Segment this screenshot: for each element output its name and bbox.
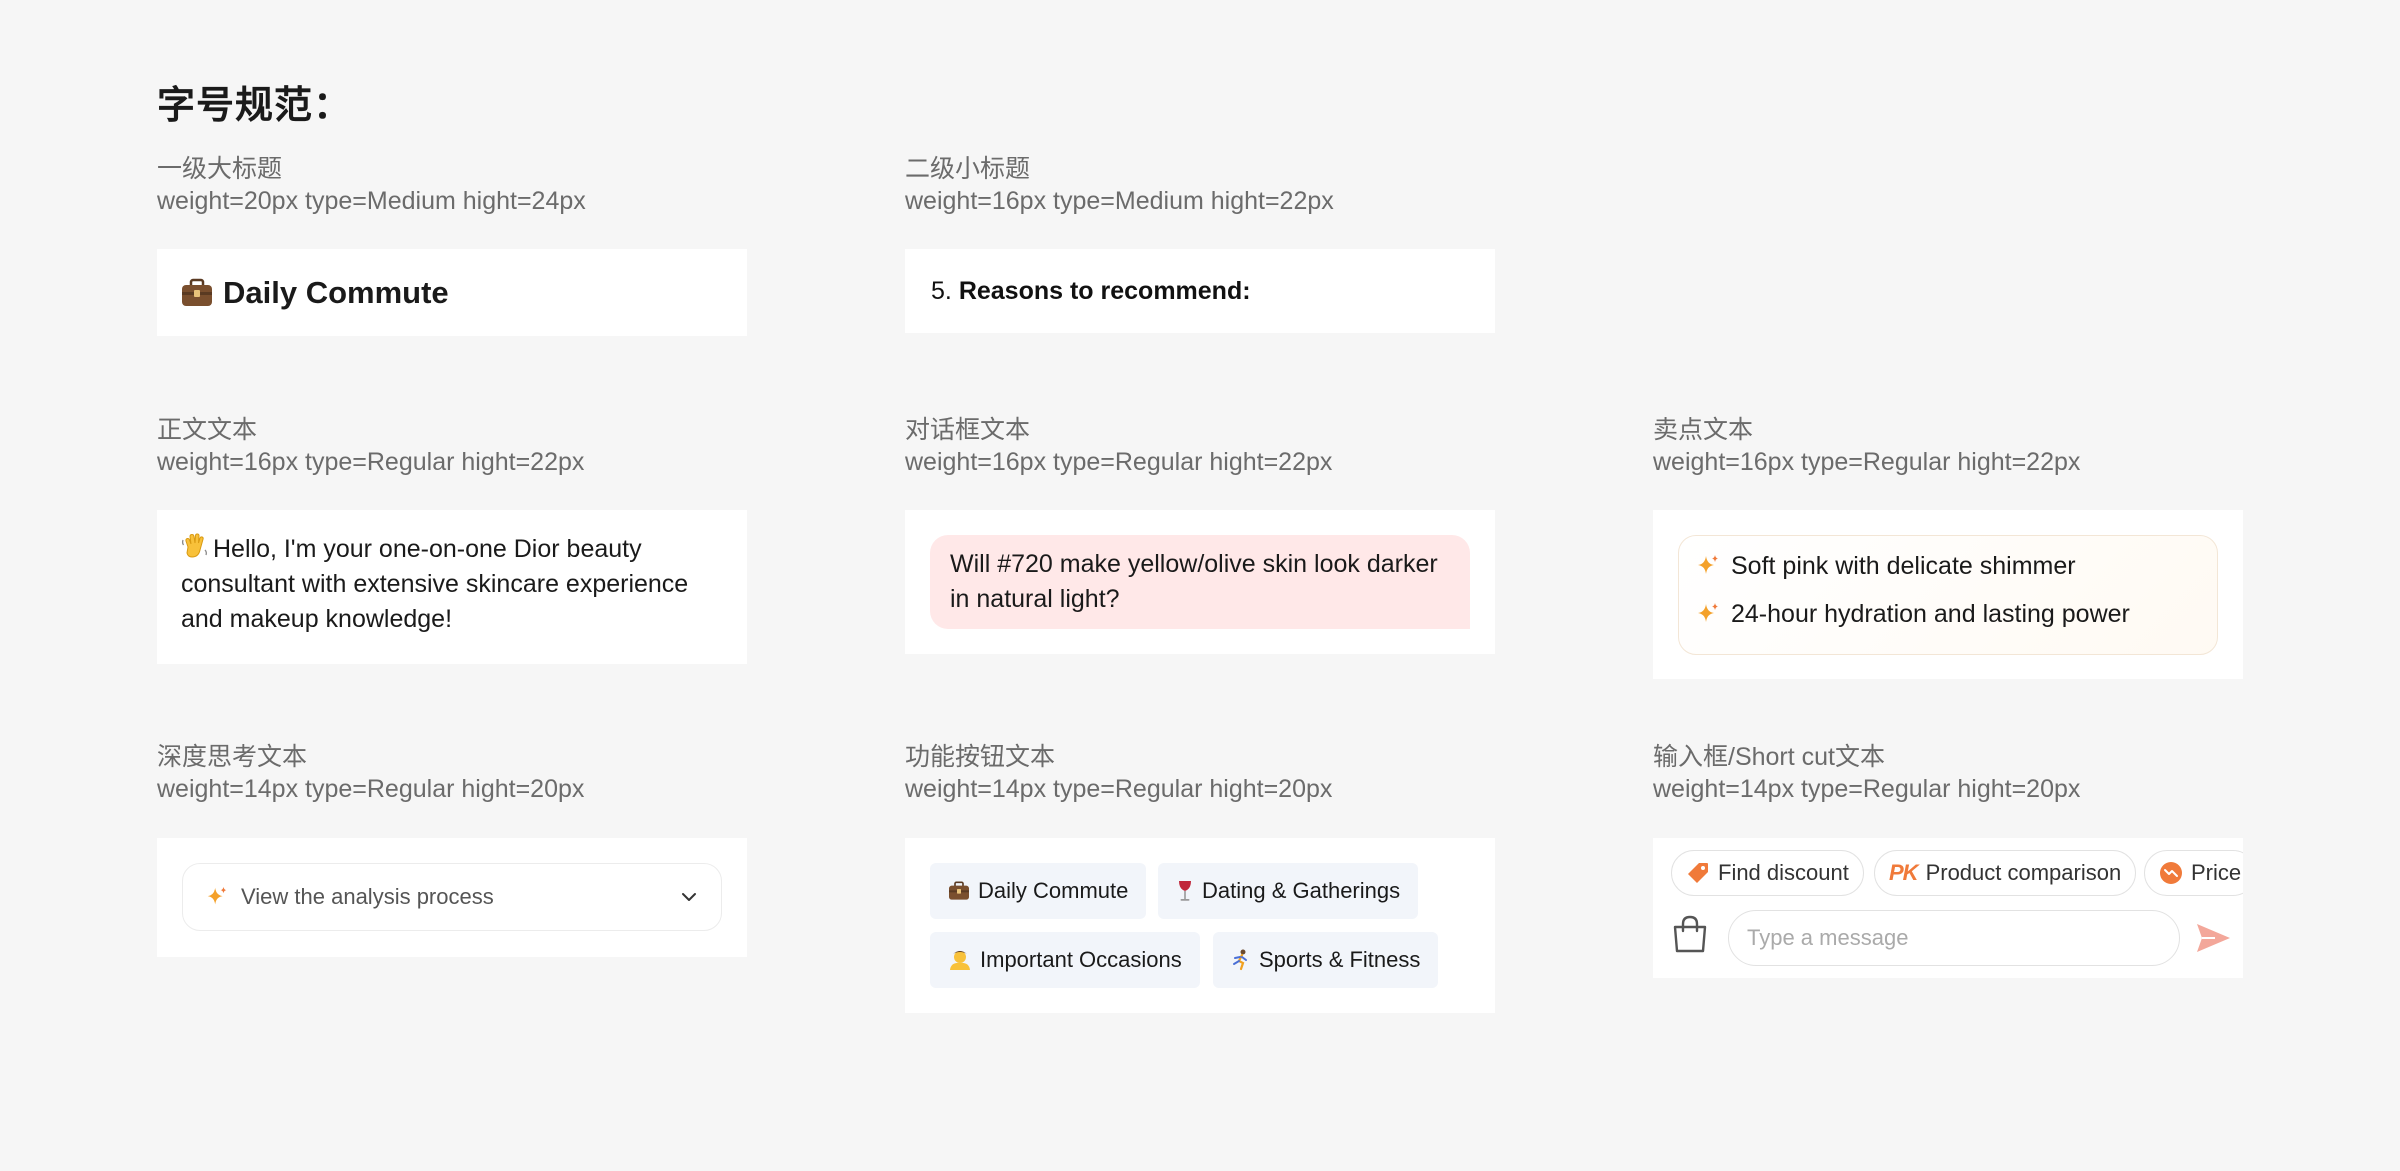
sparkle-icon	[1695, 553, 1721, 579]
selling-sample-card: Soft pink with delicate shimmer 24-hour …	[1653, 510, 2243, 679]
briefcase-icon	[181, 278, 213, 308]
chip-sports-fitness[interactable]: Sports & Fitness	[1213, 932, 1439, 988]
shortcut-label: Price	[2191, 860, 2242, 885]
selling-point-text: Soft pink with delicate shimmer	[1731, 552, 2076, 580]
buttons-sample-card: Daily Commute Dating & Gatherings Import…	[905, 838, 1495, 1013]
section-h1-header: 一级大标题 weight=20px type=Medium hight=24px	[157, 153, 586, 217]
thinking-sample-card: View the analysis process	[157, 838, 747, 957]
chip-dating-gatherings[interactable]: Dating & Gatherings	[1158, 863, 1419, 919]
section-spec: weight=16px type=Medium hight=22px	[905, 187, 1334, 215]
section-spec: weight=14px type=Regular hight=20px	[1653, 775, 2081, 803]
section-name: 二级小标题	[905, 155, 1031, 183]
sparkle-icon	[1695, 601, 1721, 627]
section-spec: weight=16px type=Regular hight=22px	[1653, 448, 2081, 476]
page-title: 字号规范：	[157, 85, 353, 127]
body-sample-card: Hello, I'm your one-on-one Dior beauty c…	[157, 510, 747, 664]
body-sample-text: Hello, I'm your one-on-one Dior beauty c…	[181, 535, 689, 633]
dialog-sample-card: Will #720 make yellow/olive skin look da…	[905, 510, 1495, 654]
section-spec: weight=16px type=Regular hight=22px	[157, 448, 585, 476]
chat-bubble: Will #720 make yellow/olive skin look da…	[930, 535, 1470, 629]
waving-hand-icon	[181, 532, 209, 560]
wine-glass-icon	[1176, 880, 1194, 902]
section-spec: weight=14px type=Regular hight=20px	[905, 775, 1333, 803]
running-person-icon	[1231, 949, 1251, 971]
h2-sample-number: 5.	[931, 276, 952, 305]
person-bowing-icon	[948, 949, 972, 971]
section-name: 输入框/Short cut文本	[1653, 743, 1885, 771]
shortcut-label: Find discount	[1718, 860, 1849, 885]
selling-point-text: 24-hour hydration and lasting power	[1731, 600, 2130, 628]
section-input-header: 输入框/Short cut文本 weight=14px type=Regular…	[1653, 741, 2080, 805]
section-dialog-header: 对话框文本 weight=16px type=Regular hight=22p…	[905, 414, 1332, 478]
h2-sample-text: Reasons to recommend:	[958, 276, 1251, 305]
selling-points-box: Soft pink with delicate shimmer 24-hour …	[1678, 535, 2218, 655]
price-trend-icon	[2159, 861, 2183, 885]
analysis-toggle[interactable]: View the analysis process	[182, 863, 722, 931]
chip-important-occasions[interactable]: Important Occasions	[930, 932, 1200, 988]
section-name: 功能按钮文本	[905, 743, 1056, 771]
section-spec: weight=14px type=Regular hight=20px	[157, 775, 585, 803]
shortcut-find-discount[interactable]: Find discount	[1671, 850, 1864, 896]
section-selling-header: 卖点文本 weight=16px type=Regular hight=22px	[1653, 414, 2080, 478]
section-name: 对话框文本	[905, 416, 1031, 444]
send-icon[interactable]	[2193, 918, 2233, 958]
message-input[interactable]: Type a message	[1728, 910, 2180, 966]
shortcut-label: Product comparison	[1925, 860, 2122, 885]
pk-icon: PK	[1889, 860, 1919, 885]
section-name: 卖点文本	[1653, 416, 1754, 444]
h1-sample-text: Daily Commute	[223, 274, 449, 310]
section-spec: weight=16px type=Regular hight=22px	[905, 448, 1333, 476]
section-body-header: 正文文本 weight=16px type=Regular hight=22px	[157, 414, 584, 478]
shortcut-product-comparison[interactable]: PK Product comparison	[1874, 850, 2137, 896]
chip-label: Important Occasions	[980, 947, 1182, 972]
section-thinking-header: 深度思考文本 weight=14px type=Regular hight=20…	[157, 741, 584, 805]
section-h2-header: 二级小标题 weight=16px type=Medium hight=22px	[905, 153, 1334, 217]
section-name: 深度思考文本	[157, 743, 308, 771]
chip-label: Daily Commute	[978, 878, 1129, 903]
selling-point-item: Soft pink with delicate shimmer	[1695, 542, 2201, 590]
h1-sample: Daily Commute	[181, 275, 449, 311]
chip-daily-commute[interactable]: Daily Commute	[930, 863, 1147, 919]
section-buttons-header: 功能按钮文本 weight=14px type=Regular hight=20…	[905, 741, 1332, 805]
analysis-toggle-label: View the analysis process	[241, 884, 494, 909]
shortcut-price[interactable]: Price	[2144, 850, 2243, 896]
message-input-placeholder: Type a message	[1747, 925, 1909, 950]
input-sample-card: Find discount PK Product comparison Pric…	[1653, 838, 2243, 978]
h2-sample: 5. Reasons to recommend:	[931, 277, 1251, 306]
chip-label: Sports & Fitness	[1259, 947, 1421, 972]
section-spec: weight=20px type=Medium hight=24px	[157, 187, 586, 215]
chevron-down-icon	[679, 887, 699, 907]
selling-point-item: 24-hour hydration and lasting power	[1695, 590, 2201, 638]
h1-sample-card: Daily Commute	[157, 249, 747, 336]
body-sample: Hello, I'm your one-on-one Dior beauty c…	[181, 532, 723, 637]
tag-icon	[1686, 861, 1710, 885]
shopping-bag-icon[interactable]	[1671, 914, 1709, 954]
h2-sample-card: 5. Reasons to recommend:	[905, 249, 1495, 333]
section-name: 一级大标题	[157, 155, 283, 183]
sparkle-icon	[205, 885, 229, 909]
chip-label: Dating & Gatherings	[1202, 878, 1401, 903]
section-name: 正文文本	[157, 416, 258, 444]
briefcase-icon	[948, 881, 970, 901]
